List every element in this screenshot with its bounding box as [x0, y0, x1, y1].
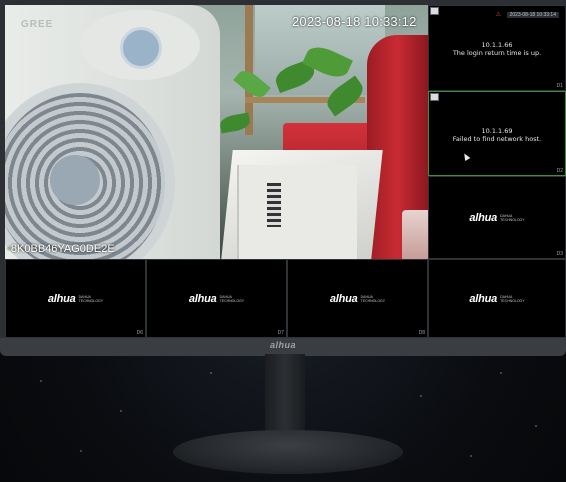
tile-status-message: Failed to find network host.: [452, 135, 542, 143]
dahua-logo-text: alhua: [469, 292, 498, 305]
dahua-logo-sub: DAHUA TECHNOLOGY: [500, 213, 525, 222]
channel-flag-icon: [430, 93, 439, 101]
tile-channel-number: D2: [556, 168, 563, 174]
dahua-logo-sub: DAHUA TECHNOLOGY: [219, 294, 245, 303]
main-camera-view[interactable]: GREE 2023-08-18 10:33:12 ◦8K0BB46YAG0DE2…: [5, 5, 428, 259]
star: [420, 395, 422, 397]
alarm-icon: ⚠: [495, 12, 501, 18]
bezel-logo: alhua: [270, 340, 297, 350]
fan-hub: [50, 155, 100, 205]
monitor: GREE 2023-08-18 10:33:12 ◦8K0BB46YAG0DE2…: [0, 0, 566, 356]
qr-code: [267, 183, 281, 227]
tile-timestamp: 2023-08-18 10:33:14: [506, 12, 559, 18]
paper-sheet: [237, 165, 357, 259]
fan-brand-logo: GREE: [21, 19, 54, 30]
channel-flag-icon: [430, 7, 439, 15]
tile-channel-number: D6: [136, 330, 143, 336]
dahua-logo: alhua DAHUA TECHNOLOGY: [330, 293, 385, 305]
nvr-screen: GREE 2023-08-18 10:33:12 ◦8K0BB46YAG0DE2…: [5, 5, 566, 338]
channel-tile-selected[interactable]: 10.1.1.69 Failed to find network host. D…: [428, 91, 566, 176]
monitor-stand-neck: [265, 354, 305, 440]
tile-channel-number: D1: [556, 83, 563, 89]
dahua-logo-text: alhua: [329, 292, 358, 305]
star: [470, 455, 472, 457]
channel-tile[interactable]: alhua DAHUA TECHNOLOGY D6: [5, 259, 146, 338]
channel-tile[interactable]: alhua DAHUA TECHNOLOGY D3: [428, 176, 566, 259]
star: [210, 372, 212, 374]
photo-scene: GREE 2023-08-18 10:33:12 ◦8K0BB46YAG0DE2…: [0, 0, 566, 482]
star: [40, 380, 42, 382]
camera-device-id: ◦8K0BB46YAG0DE2E: [7, 243, 115, 255]
device-id-text: 8K0BB46YAG0DE2E: [10, 243, 115, 255]
fan-body: GREE: [5, 5, 220, 259]
tile-status-message: The login return time is up.: [452, 49, 542, 57]
cup: [402, 210, 428, 259]
tile-channel-number: D8: [418, 330, 425, 336]
dahua-logo-text: alhua: [188, 292, 217, 305]
dahua-logo-text: alhua: [47, 292, 76, 305]
channel-tile[interactable]: ⚠ 2023-08-18 10:33:14 10.1.1.66 The logi…: [428, 5, 566, 91]
camera-timestamp: 2023-08-18 10:33:12: [292, 14, 417, 29]
channel-tile[interactable]: alhua DAHUA TECHNOLOGY D8: [287, 259, 428, 338]
dahua-logo-sub: DAHUA TECHNOLOGY: [78, 294, 104, 303]
channel-tile[interactable]: alhua DAHUA TECHNOLOGY: [428, 259, 566, 338]
tile-channel-number: D7: [277, 330, 284, 336]
star: [535, 425, 537, 427]
dahua-logo: alhua DAHUA TECHNOLOGY: [48, 293, 103, 305]
dahua-logo: alhua DAHUA TECHNOLOGY: [469, 212, 524, 224]
star: [80, 450, 82, 452]
channel-tile[interactable]: alhua DAHUA TECHNOLOGY D7: [146, 259, 287, 338]
dahua-logo-sub: DAHUA TECHNOLOGY: [500, 294, 525, 303]
fan-knob: [120, 27, 162, 69]
dahua-logo-text: alhua: [469, 211, 498, 224]
star: [500, 372, 502, 374]
dahua-logo: alhua DAHUA TECHNOLOGY: [469, 293, 524, 305]
star: [120, 410, 122, 412]
tile-channel-number: D3: [556, 251, 563, 257]
dahua-logo: alhua DAHUA TECHNOLOGY: [189, 293, 244, 305]
dahua-logo-sub: DAHUA TECHNOLOGY: [360, 294, 386, 303]
monitor-stand-base: [173, 430, 403, 474]
